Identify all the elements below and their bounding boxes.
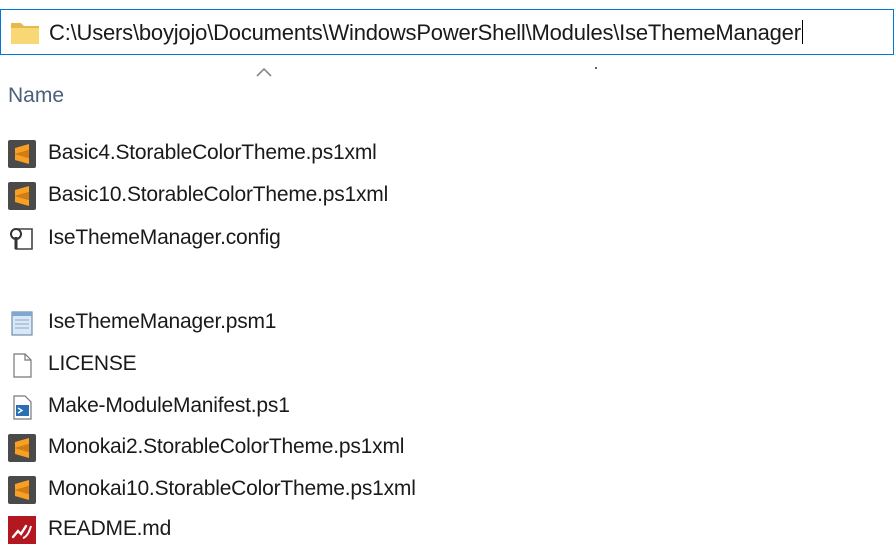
file-name: Basic4.StorableColorTheme.ps1xml: [48, 141, 377, 164]
file-name: IseThemeManager.config: [48, 226, 281, 249]
file-name: LICENSE: [48, 352, 137, 375]
file-row[interactable]: IseThemeManager.psm1: [0, 306, 600, 340]
file-row[interactable]: Monokai2.StorableColorTheme.ps1xml: [0, 431, 600, 465]
sublime-text-icon: [8, 476, 36, 504]
file-name: Monokai10.StorableColorTheme.ps1xml: [48, 477, 416, 500]
powershell-script-icon: [8, 393, 36, 421]
file-name: Monokai2.StorableColorTheme.ps1xml: [48, 435, 405, 458]
header-divider-dot: [595, 67, 597, 69]
file-name: README.md: [48, 517, 172, 540]
folder-icon: [10, 19, 40, 45]
sublime-text-icon: [8, 182, 36, 210]
blank-file-icon: [8, 351, 36, 379]
file-name: IseThemeManager.psm1: [48, 310, 277, 333]
file-name: Basic10.StorableColorTheme.ps1xml: [48, 183, 389, 206]
file-row[interactable]: LICENSE: [0, 348, 600, 382]
file-row[interactable]: Monokai10.StorableColorTheme.ps1xml: [0, 473, 600, 507]
markdown-file-icon: [8, 516, 36, 544]
file-row[interactable]: README.md: [0, 513, 600, 547]
file-row[interactable]: IseThemeManager.config: [0, 222, 600, 256]
address-bar[interactable]: C:\Users\boyjojo\Documents\WindowsPowerS…: [0, 9, 894, 55]
address-path[interactable]: C:\Users\boyjojo\Documents\WindowsPowerS…: [49, 20, 803, 46]
name-column-header[interactable]: Name: [8, 84, 64, 108]
sort-ascending-chevron-icon: [255, 66, 273, 78]
notepad-file-icon: [8, 309, 36, 337]
file-row[interactable]: Make-ModuleManifest.ps1: [0, 390, 600, 424]
file-row[interactable]: Basic10.StorableColorTheme.ps1xml: [0, 179, 600, 213]
file-row[interactable]: Basic4.StorableColorTheme.ps1xml: [0, 137, 600, 171]
sublime-text-icon: [8, 140, 36, 168]
config-file-icon: [8, 225, 36, 253]
text-caret: [801, 20, 803, 44]
file-name: Make-ModuleManifest.ps1: [48, 394, 290, 417]
sublime-text-icon: [8, 434, 36, 462]
